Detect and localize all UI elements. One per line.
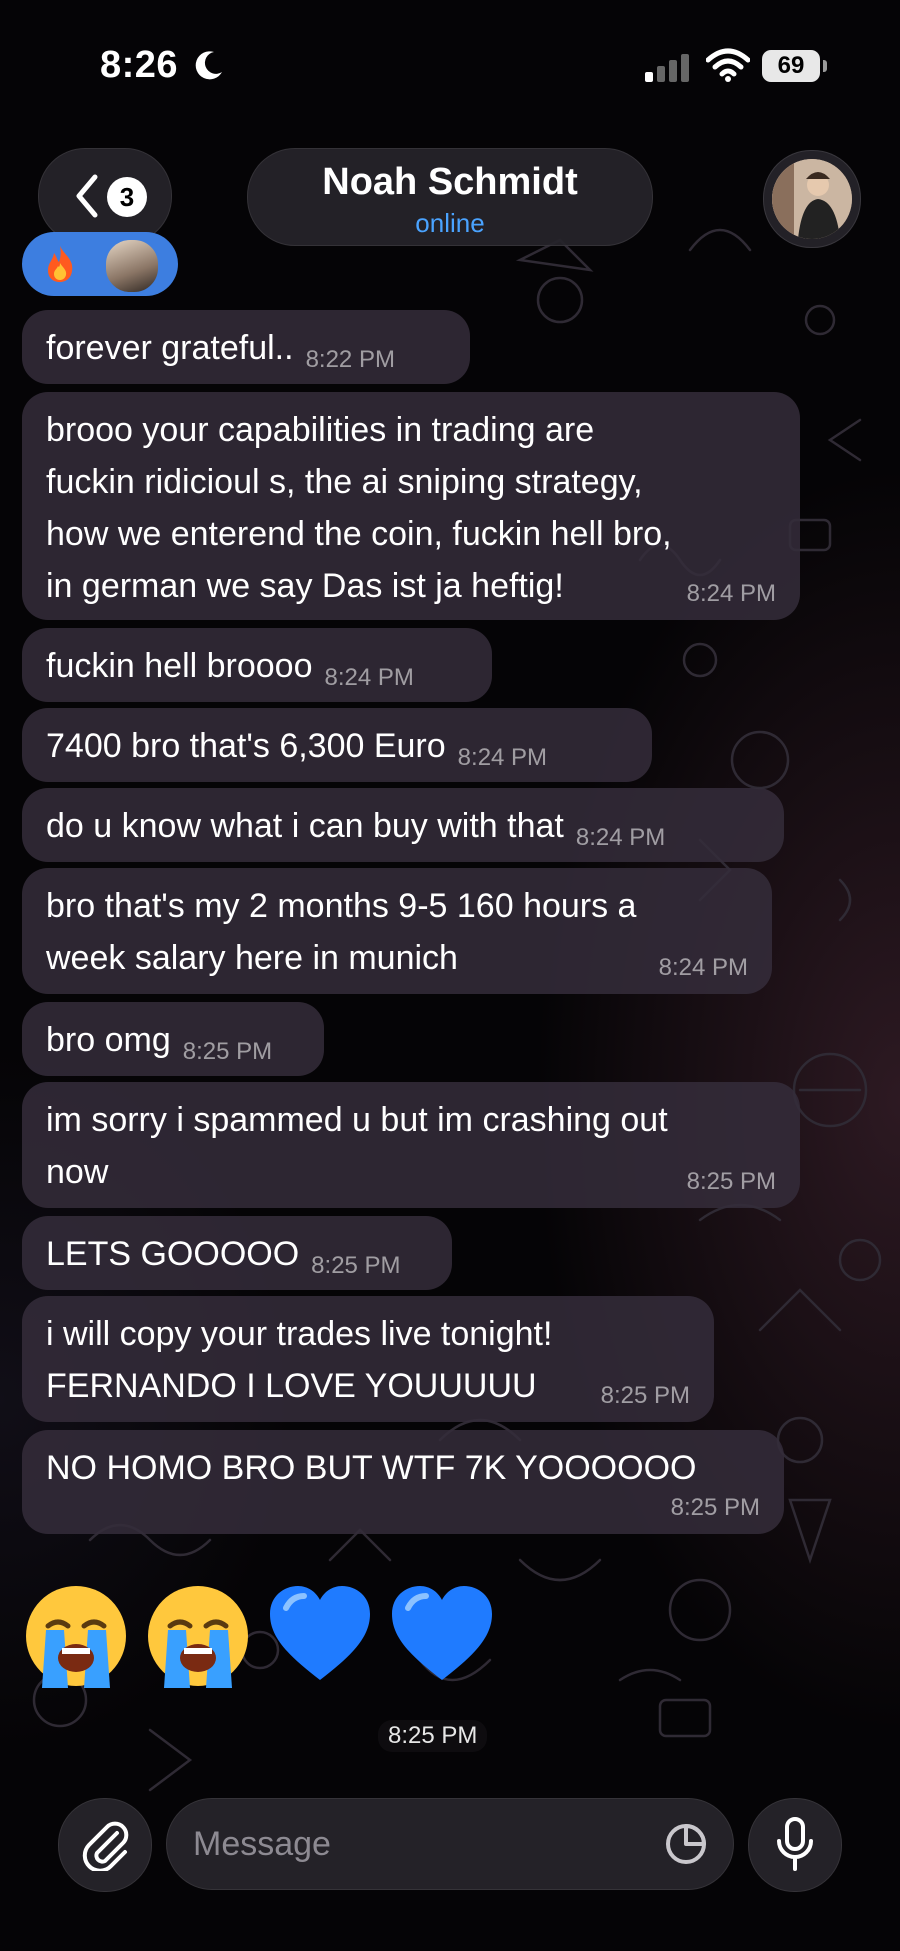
reaction-avatar: [104, 238, 160, 294]
message-bubble[interactable]: bro that's my 2 months 9-5 160 hours a w…: [22, 868, 772, 994]
back-button[interactable]: 3: [38, 148, 172, 244]
message-bubble[interactable]: i will copy your trades live tonight! FE…: [22, 1296, 714, 1422]
blue-heart-icon: [392, 1586, 492, 1680]
loudly-crying-face-icon: [148, 1586, 248, 1688]
loudly-crying-face-icon: [26, 1586, 126, 1688]
wifi-icon: [706, 48, 750, 82]
signal-icon: [645, 54, 689, 82]
message-time: 8:24 PM: [324, 664, 414, 691]
message-time: 8:25 PM: [686, 1168, 776, 1195]
status-time: 8:26: [100, 44, 179, 86]
message-bubble[interactable]: forever grateful.. 8:22 PM: [22, 310, 470, 384]
message-text: bro that's my 2 months 9-5 160 hours a w…: [46, 887, 637, 977]
attach-button[interactable]: [58, 1798, 152, 1892]
mic-button[interactable]: [748, 1798, 842, 1892]
unread-count-badge: 3: [107, 177, 147, 217]
message-text: brooo your capabilities in trading are f…: [46, 411, 672, 605]
message-bubble[interactable]: brooo your capabilities in trading are f…: [22, 392, 800, 620]
status-bar: 8:26 69: [0, 0, 900, 120]
blue-heart-icon: [270, 1586, 370, 1680]
message-time: 8:25 PM: [378, 1720, 488, 1752]
message-text: forever grateful..: [46, 329, 294, 367]
message-bubble[interactable]: do u know what i can buy with that 8:24 P…: [22, 788, 784, 862]
avatar-photo: [772, 159, 852, 239]
message-bubble[interactable]: im sorry i spammed u but im crashing out…: [22, 1082, 800, 1208]
message-text: fuckin hell broooo: [46, 647, 313, 685]
message-bubble[interactable]: NO HOMO BRO BUT WTF 7K YOOOOOO 8:25 PM: [22, 1430, 784, 1534]
message-time: 8:25 PM: [311, 1252, 401, 1279]
message-text: bro omg: [46, 1021, 171, 1059]
message-text: i will copy your trades live tonight! FE…: [46, 1315, 553, 1405]
message-bubble[interactable]: bro omg 8:25 PM: [22, 1002, 324, 1076]
message-time: 8:25 PM: [182, 1038, 273, 1065]
chat-title[interactable]: Noah Schmidt online: [247, 148, 653, 246]
message-time: 8:22 PM: [305, 346, 395, 373]
chevron-left-icon: [76, 174, 98, 218]
contact-name: Noah Schmidt: [322, 161, 578, 203]
fire-icon: [48, 246, 73, 282]
message-bubble[interactable]: fuckin hell broooo 8:24 PM: [22, 628, 492, 702]
message-time: 8:25 PM: [670, 1494, 760, 1521]
message-bubble[interactable]: LETS GOOOOO 8:25 PM: [22, 1216, 452, 1290]
battery-icon: 69: [762, 50, 827, 82]
message-text: do u know what i can buy with that: [46, 807, 564, 845]
reaction-chip[interactable]: [22, 232, 178, 296]
message-text: LETS GOOOOO: [46, 1235, 300, 1273]
message-time: 8:24 PM: [457, 744, 548, 771]
message-text: NO HOMO BRO BUT WTF 7K YOOOOOO: [46, 1449, 697, 1487]
message-time: 8:24 PM: [575, 824, 666, 851]
message-bubble[interactable]: 7400 bro that's 6,300 Euro 8:24 PM: [22, 708, 652, 782]
message-time: 8:24 PM: [686, 580, 776, 607]
moon-icon: [195, 51, 222, 80]
contact-status: online: [415, 208, 485, 238]
paperclip-icon: [82, 1821, 129, 1871]
message-time: 8:24 PM: [658, 954, 748, 981]
mic-icon: [777, 1817, 813, 1871]
message-input[interactable]: [166, 1798, 734, 1890]
message-time: 8:25 PM: [600, 1382, 690, 1409]
message-text: 7400 bro that's 6,300 Euro: [46, 727, 446, 765]
message-text: im sorry i spammed u but im crashing out…: [46, 1101, 668, 1191]
avatar[interactable]: [763, 150, 861, 248]
sticker-icon[interactable]: [664, 1822, 708, 1866]
